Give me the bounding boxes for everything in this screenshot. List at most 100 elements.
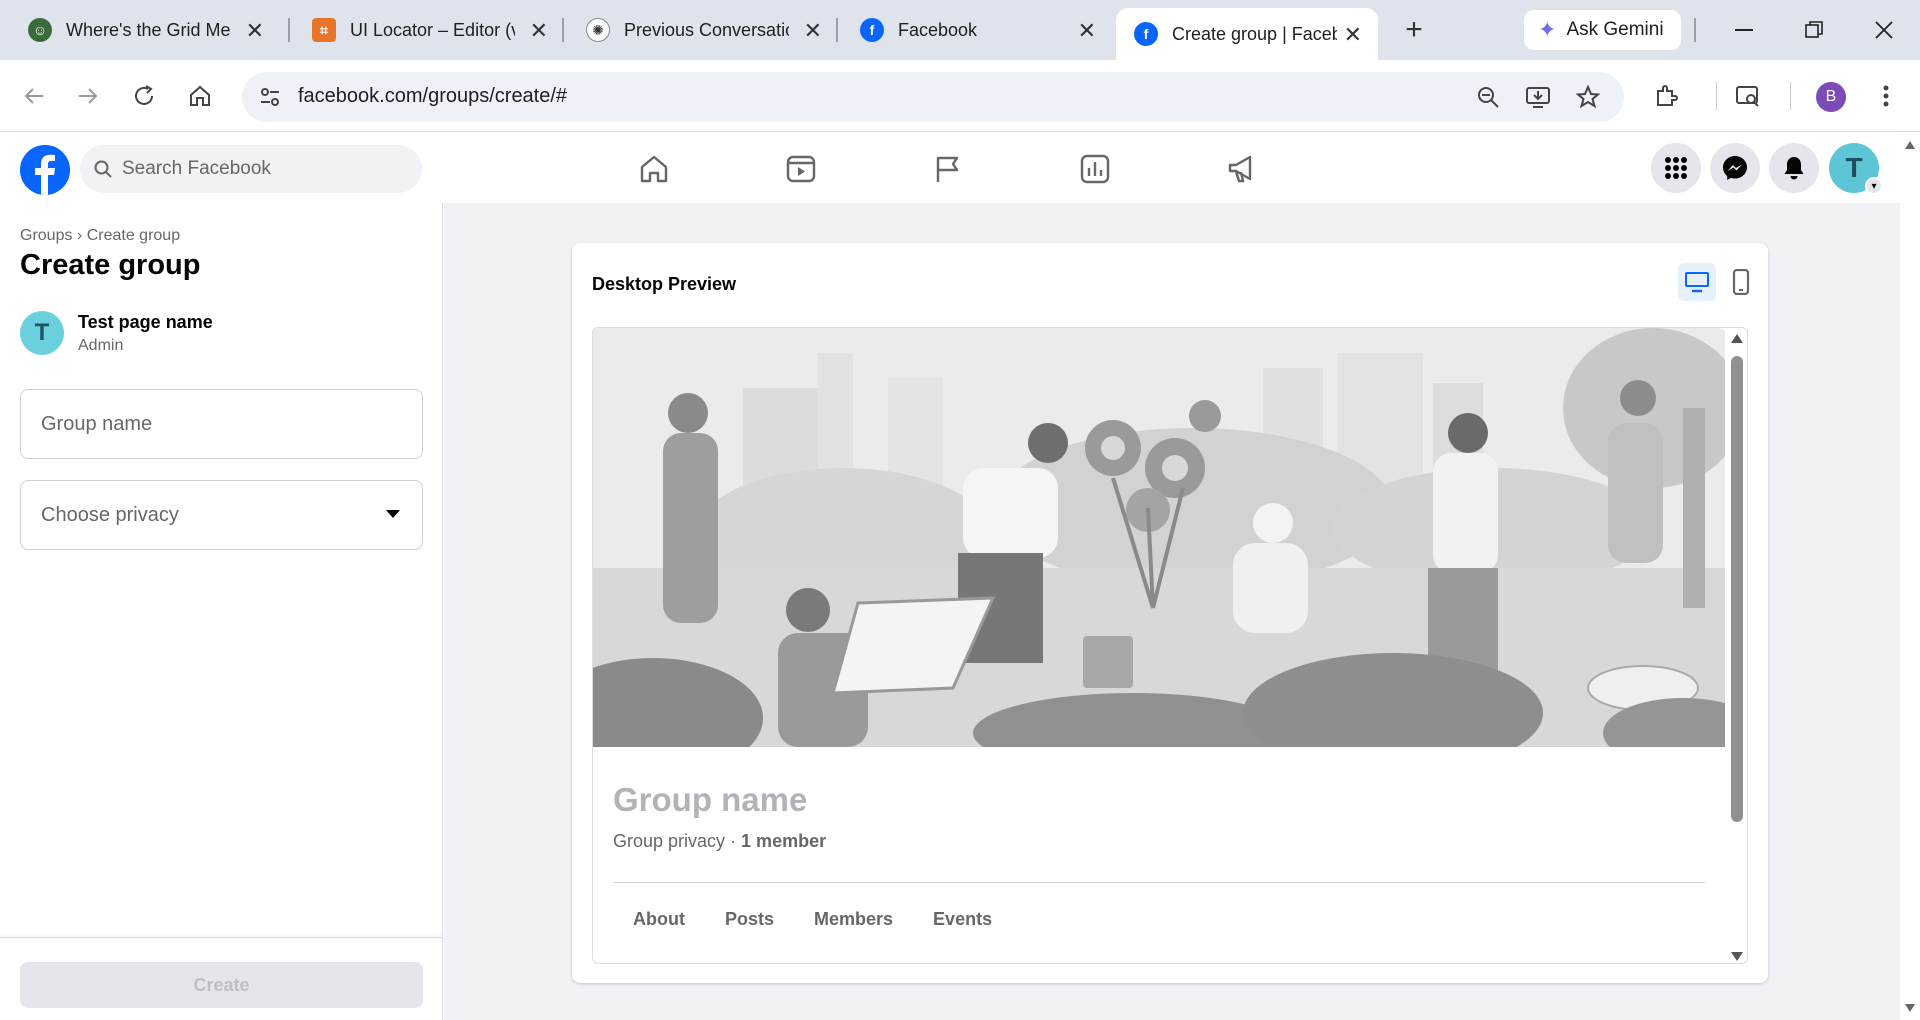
messenger-button[interactable] — [1710, 143, 1760, 193]
nav-ads[interactable] — [1218, 145, 1266, 193]
browser-menu-button[interactable] — [1864, 74, 1908, 118]
close-icon[interactable]: ✕ — [804, 18, 822, 44]
extensions-button[interactable] — [1644, 74, 1688, 118]
browser-tab-bar: ☺ Where's the Grid Menu ✕ ⌗ UI Locator –… — [0, 0, 1920, 60]
breadcrumb-groups-link[interactable]: Groups — [20, 227, 72, 244]
preview-title: Desktop Preview — [592, 274, 737, 294]
tab-title: Where's the Grid Menu — [66, 19, 231, 40]
locator-favicon-icon: ⌗ — [312, 18, 336, 42]
forward-button[interactable] — [66, 74, 110, 118]
group-name-field[interactable] — [20, 389, 423, 459]
scroll-down-arrow-icon[interactable] — [1731, 952, 1743, 961]
tab-search-icon — [1736, 86, 1759, 107]
browser-tab-4[interactable]: f Facebook ✕ — [842, 10, 1112, 50]
flag-icon — [936, 156, 959, 182]
preview-tab-events[interactable]: Events — [933, 909, 992, 930]
new-tab-button[interactable]: + — [1394, 10, 1434, 50]
bookmark-star-icon[interactable] — [1572, 81, 1604, 113]
browser-tab-5-active[interactable]: f Create group | Facebook ✕ — [1116, 8, 1378, 60]
page-scrollbar[interactable] — [1900, 133, 1920, 1020]
tab-separator — [562, 18, 564, 42]
scroll-up-arrow-icon[interactable] — [1905, 141, 1915, 149]
caret-down-icon — [386, 510, 400, 518]
toolbar-separator — [1790, 82, 1791, 110]
browser-tab-2[interactable]: ⌗ UI Locator – Editor (v3 ✕ — [294, 10, 564, 50]
preview-scrollbar[interactable] — [1725, 328, 1747, 963]
tab-search-button[interactable] — [1726, 74, 1770, 118]
nav-insights[interactable] — [1071, 145, 1119, 193]
nav-video[interactable] — [777, 145, 825, 193]
page-title: Create group — [20, 249, 201, 281]
notifications-button[interactable] — [1769, 143, 1819, 193]
reload-button[interactable] — [122, 74, 166, 118]
admin-profile: T Test page name Admin — [20, 311, 213, 355]
arrow-left-icon — [24, 88, 43, 104]
address-bar[interactable]: facebook.com/groups/create/# — [242, 72, 1624, 122]
privacy-select-label: Choose privacy — [41, 503, 179, 526]
zoom-out-icon[interactable] — [1472, 81, 1504, 113]
search-input[interactable] — [122, 158, 402, 180]
menu-grid-button[interactable] — [1651, 143, 1701, 193]
mobile-icon — [1732, 269, 1750, 295]
browser-profile-avatar[interactable]: B — [1816, 82, 1846, 112]
install-app-icon[interactable] — [1522, 81, 1554, 113]
grid-menu-icon — [1665, 157, 1687, 179]
home-button[interactable] — [178, 74, 222, 118]
arrow-right-icon — [79, 88, 98, 104]
desktop-preview-toggle[interactable] — [1678, 263, 1716, 301]
search-icon — [94, 160, 112, 178]
preview-privacy-text: Group privacy · — [613, 831, 742, 851]
preview-area: Desktop Preview Group name Group privacy… — [444, 203, 1900, 1020]
browser-tab-1[interactable]: ☺ Where's the Grid Menu ✕ — [10, 10, 280, 50]
browser-toolbar: facebook.com/groups/create/# B — [0, 60, 1920, 132]
browser-tab-3[interactable]: ✺ Previous Conversation ✕ — [568, 10, 838, 50]
privacy-select[interactable]: Choose privacy — [20, 480, 423, 550]
breadcrumb: Groups › Create group — [20, 227, 180, 245]
divider — [613, 882, 1705, 883]
preview-tab-posts[interactable]: Posts — [725, 909, 774, 930]
gemini-sparkle-icon: ✦ — [1538, 17, 1557, 42]
site-settings-icon[interactable] — [254, 81, 286, 113]
cover-illustration — [593, 328, 1725, 747]
megaphone-icon — [1228, 155, 1252, 183]
close-icon[interactable]: ✕ — [530, 18, 548, 44]
community-garden-illustration — [593, 328, 1725, 747]
preview-tab-members[interactable]: Members — [814, 909, 893, 930]
preview-tab-about[interactable]: About — [633, 909, 685, 930]
ask-gemini-button[interactable]: ✦ Ask Gemini — [1524, 10, 1681, 50]
home-icon — [190, 85, 210, 106]
restore-icon — [1805, 21, 1823, 38]
bell-icon — [1784, 157, 1804, 180]
close-window-button[interactable] — [1864, 12, 1904, 48]
reload-icon — [135, 85, 153, 105]
nav-home[interactable] — [630, 145, 678, 193]
desktop-icon — [1685, 272, 1709, 293]
preview-group-meta: Group privacy · 1 member — [613, 831, 826, 852]
video-icon — [786, 155, 816, 183]
back-button[interactable] — [12, 74, 56, 118]
minimize-button[interactable] — [1724, 12, 1764, 48]
account-avatar[interactable]: T ▾ — [1829, 143, 1883, 195]
group-name-input[interactable] — [41, 412, 401, 436]
admin-role: Admin — [78, 336, 124, 354]
create-footer: Create — [0, 937, 443, 1020]
scroll-thumb[interactable] — [1731, 356, 1743, 822]
scroll-up-arrow-icon[interactable] — [1731, 334, 1743, 343]
mobile-preview-toggle[interactable] — [1722, 263, 1760, 301]
admin-name: Test page name — [78, 311, 213, 332]
facebook-search-box[interactable] — [80, 145, 422, 193]
preview-tabs: About Posts Members Events — [633, 909, 1032, 930]
scroll-down-arrow-icon[interactable] — [1905, 1004, 1915, 1012]
create-button[interactable]: Create — [20, 962, 423, 1008]
puzzle-icon — [1657, 85, 1678, 106]
create-group-sidebar: Groups › Create group Create group T Tes… — [0, 203, 443, 1020]
group-preview: Group name Group privacy · 1 member Abou… — [592, 327, 1748, 964]
close-icon[interactable]: ✕ — [1344, 22, 1362, 48]
preview-card: Desktop Preview Group name Group privacy… — [572, 243, 1768, 983]
close-icon[interactable]: ✕ — [1078, 18, 1096, 44]
facebook-logo-icon[interactable] — [20, 145, 70, 195]
restore-button[interactable] — [1794, 12, 1834, 48]
nav-pages[interactable] — [924, 145, 972, 193]
minimize-icon — [1735, 29, 1753, 31]
close-icon[interactable]: ✕ — [246, 18, 264, 44]
